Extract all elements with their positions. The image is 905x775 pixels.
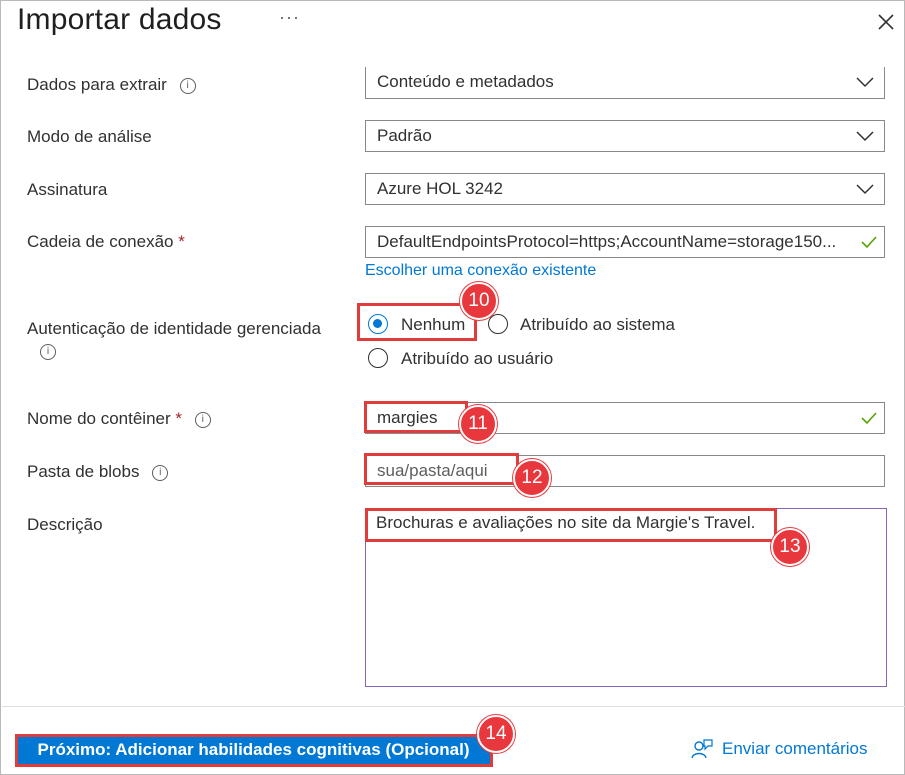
callout-badge-13: 13 (771, 528, 809, 566)
callout-badge-14: 14 (477, 715, 515, 753)
data-to-extract-label: Dados para extrair i (27, 75, 196, 95)
chevron-down-icon (856, 77, 874, 88)
parsing-mode-value: Padrão (377, 126, 432, 145)
parsing-mode-label: Modo de análise (27, 127, 152, 146)
chevron-down-icon (856, 184, 874, 195)
footer-divider (2, 706, 905, 707)
connection-string-input[interactable]: DefaultEndpointsProtocol=https;AccountNa… (365, 226, 885, 258)
highlight-box-13 (365, 508, 777, 542)
callout-badge-10: 10 (460, 282, 498, 320)
description-label: Descrição (27, 515, 103, 534)
close-icon[interactable] (875, 11, 897, 33)
info-icon[interactable]: i (194, 411, 211, 428)
parsing-mode-select[interactable]: Padrão (365, 120, 885, 152)
data-to-extract-value: Conteúdo e metadados (377, 72, 554, 91)
callout-badge-12: 12 (513, 459, 551, 497)
required-marker: * (178, 232, 185, 251)
info-icon[interactable]: i (152, 464, 169, 481)
connection-string-label: Cadeia de conexão * (27, 232, 185, 251)
highlight-box-12 (364, 453, 519, 485)
subscription-select[interactable]: Azure HOL 3242 (365, 173, 885, 205)
radio-system-assigned-label: Atribuído ao sistema (520, 315, 675, 334)
radio-user-assigned-label: Atribuído ao usuário (401, 349, 554, 368)
connection-string-value: DefaultEndpointsProtocol=https;AccountNa… (377, 232, 837, 251)
subscription-label: Assinatura (27, 180, 108, 199)
import-data-panel: Importar dados ··· Dados para extrair i … (0, 0, 905, 775)
highlight-box-11 (364, 401, 468, 433)
data-to-extract-select[interactable]: Conteúdo e metadados (365, 67, 885, 99)
choose-existing-connection-link[interactable]: Escolher uma conexão existente (365, 262, 596, 280)
send-feedback-link[interactable]: Enviar comentários (722, 739, 868, 759)
radio-system-assigned[interactable] (488, 314, 508, 334)
blob-folder-label: Pasta de blobs i (27, 462, 169, 482)
highlight-box-14 (15, 734, 493, 767)
info-icon[interactable]: i (40, 344, 56, 360)
checkmark-icon (861, 412, 877, 425)
callout-badge-11: 11 (459, 405, 497, 443)
page-title: Importar dados (17, 3, 222, 36)
highlight-box-10 (357, 303, 477, 341)
radio-user-assigned[interactable] (368, 348, 388, 368)
managed-identity-label: Autenticação de identidade gerenciada (27, 319, 321, 338)
more-icon[interactable]: ··· (279, 7, 300, 28)
info-icon[interactable]: i (179, 77, 196, 94)
feedback-icon[interactable] (691, 739, 713, 759)
subscription-value: Azure HOL 3242 (377, 179, 503, 198)
checkmark-icon (861, 236, 877, 249)
container-name-label: Nome do contêiner * i (27, 409, 211, 429)
chevron-down-icon (856, 131, 874, 142)
required-marker: * (175, 409, 182, 428)
